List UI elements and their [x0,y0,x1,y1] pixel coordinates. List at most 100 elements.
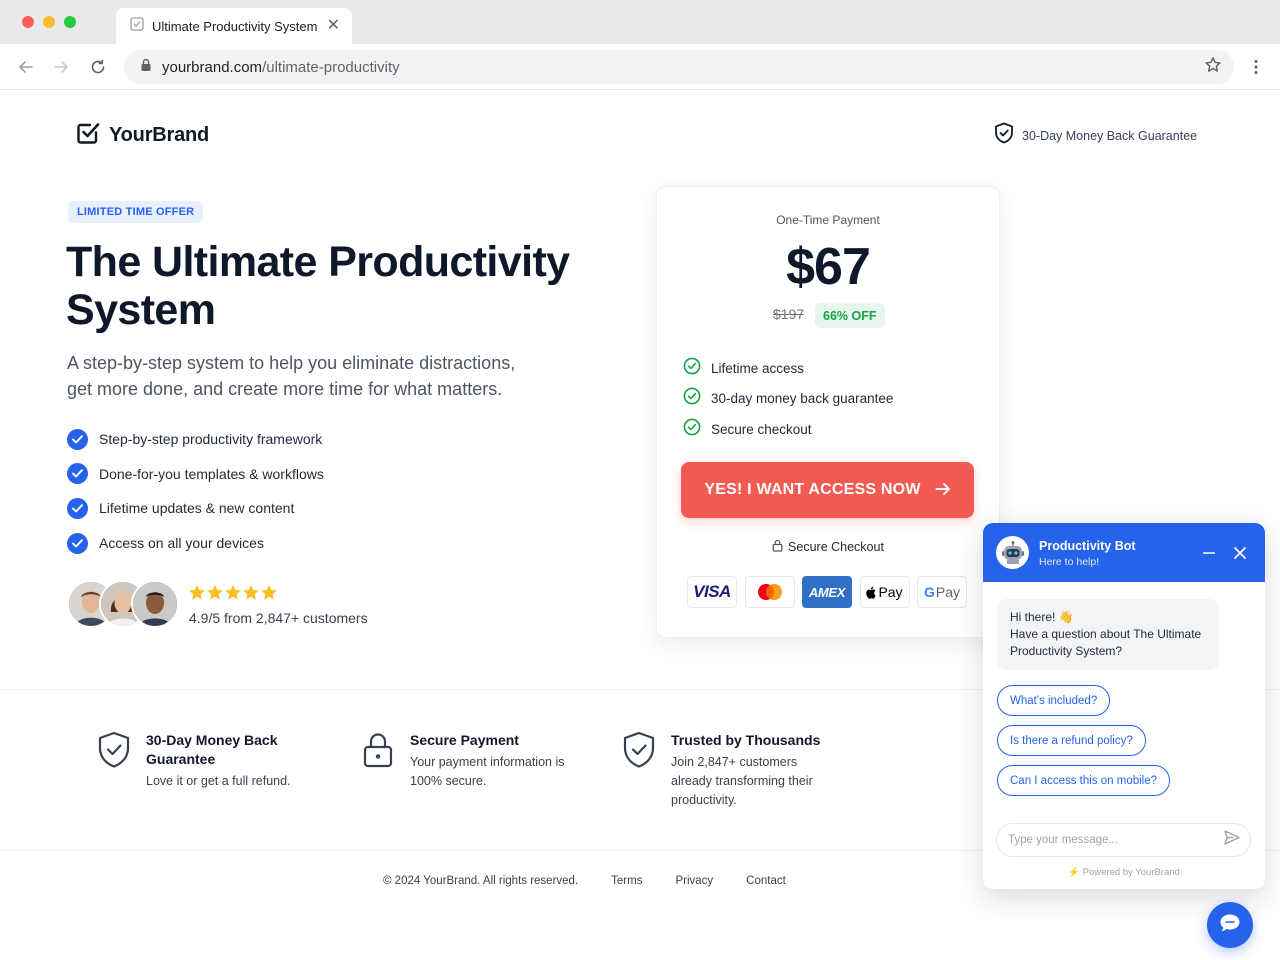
chat-launcher-button[interactable] [1207,902,1253,948]
star-icon [206,584,224,606]
footer: © 2024 YourBrand. All rights reserved. T… [383,875,819,887]
close-window-button[interactable] [22,16,34,28]
chat-input-container [996,823,1251,857]
secure-checkout-note: Secure Checkout [657,539,999,555]
padlock-icon [360,731,396,791]
trust-title: Trusted by Thousands [671,732,821,748]
rating-text: 4.9/5 from 2,847+ customers [189,610,368,626]
hero-subheadline: A step-by-step system to help you elimin… [67,353,516,399]
check-circle-icon [67,463,88,485]
apple-pay-logo: Pay [859,576,910,608]
maximize-window-button[interactable] [64,16,76,28]
footer-link-terms[interactable]: Terms [611,875,642,887]
chat-bot-status: Here to help! [1039,556,1100,568]
feature-item: Done-for-you templates & workflows [67,463,324,485]
lock-icon [772,539,783,555]
google-g-icon: G [923,584,935,600]
mastercard-logo [744,576,795,608]
header-guarantee: 30-Day Money Back Guarantee [994,122,1197,149]
robot-avatar-icon [996,536,1029,569]
check-circle-icon [683,387,701,410]
bookmark-star-icon[interactable] [1204,56,1222,79]
shield-check-icon [96,731,132,791]
star-icon [224,584,242,606]
back-icon[interactable] [15,56,37,78]
payment-methods: VISA AMEX Pay G Pay [687,576,967,608]
bot-message: Have a question about The Ultimate Produ… [1010,627,1202,658]
browser-toolbar: yourbrand.com/ultimate-productivity [0,44,1280,90]
minimize-window-button[interactable] [43,16,55,28]
browser-tab-bar: Ultimate Productivity System ✕ [0,0,1280,44]
powered-by: ⚡ Powered by YourBrand [983,867,1265,878]
check-circle-icon [683,357,701,380]
amex-logo: AMEX [802,576,852,608]
pricing-feature-item: 30-day money back guarantee [683,387,894,410]
browser-tab[interactable]: Ultimate Productivity System ✕ [116,8,352,44]
tab-close-icon[interactable]: ✕ [327,18,340,34]
reload-icon[interactable] [87,56,109,78]
url-text: yourbrand.com/ultimate-productivity [162,59,1204,76]
payment-type-label: One-Time Payment [776,213,880,227]
trust-description: Join 2,847+ customers already transformi… [671,755,813,807]
trust-description: Love it or get a full refund. [146,774,291,788]
pricing-feature-label: Secure checkout [711,422,812,438]
trust-description: Your payment information is 100% secure. [410,755,565,788]
bot-greeting: Hi there! 👋 [1010,610,1074,624]
trust-item-trusted: Trusted by Thousands Join 2,847+ custome… [621,731,831,810]
discount-badge: 66% OFF [815,303,885,328]
limited-offer-badge: LIMITED TIME OFFER [68,201,204,223]
quick-reply-button[interactable]: What's included? [997,685,1111,716]
shield-check-icon [994,122,1014,149]
apple-icon [866,586,877,599]
quick-reply-button[interactable]: Is there a refund policy? [997,725,1146,756]
chat-bot-name: Productivity Bot [1039,539,1136,553]
star-icon [260,584,278,606]
pricing-feature-label: 30-day money back guarantee [711,391,894,407]
brand-name: YourBrand [109,123,210,146]
trust-item-guarantee: 30-Day Money Back Guarantee Love it or g… [96,731,306,791]
forward-icon[interactable] [50,56,72,78]
minimize-icon[interactable] [1201,545,1217,561]
brand-logo[interactable]: YourBrand [76,120,209,150]
checkbox-logo-icon [76,120,101,150]
lightning-icon: ⚡ [1068,867,1080,878]
buy-now-button[interactable]: YES! I WANT ACCESS NOW [681,462,974,518]
header-guarantee-text: 30-Day Money Back Guarantee [1022,128,1198,143]
pricing-feature-item: Lifetime access [683,357,893,379]
send-icon[interactable] [1224,830,1240,850]
trust-title: Secure Payment [410,732,519,748]
chat-message-input[interactable] [1008,834,1224,846]
tab-favicon-icon [130,16,144,36]
check-circle-icon [67,532,88,554]
chat-widget: Productivity Bot Here to help! Hi there!… [983,523,1265,889]
shield-check-icon [621,731,657,810]
pricing-feature-label: Lifetime access [711,360,805,376]
star-icon [242,584,260,606]
quick-reply-button[interactable]: Can I access this on mobile? [997,765,1171,796]
hero-feature-list: Step-by-step productivity framework Done… [67,428,324,567]
url-host: yourbrand.com [162,58,263,76]
cta-label: YES! I WANT ACCESS NOW [704,481,921,498]
footer-link-privacy[interactable]: Privacy [675,875,713,887]
feature-label: Lifetime updates & new content [99,500,295,517]
check-circle-icon [67,497,88,519]
chat-header: Productivity Bot Here to help! [983,523,1265,582]
bot-message-bubble: Hi there! 👋 Have a question about The Ul… [997,599,1219,670]
secure-checkout-text: Secure Checkout [788,540,884,554]
check-circle-icon [67,428,88,450]
check-circle-icon [683,418,701,441]
browser-menu-icon[interactable] [1248,56,1264,78]
price: $67 [786,238,871,296]
feature-label: Done-for-you templates & workflows [99,465,324,482]
copyright-text: © 2024 YourBrand. All rights reserved. [383,875,579,887]
star-rating [188,584,278,606]
customer-avatars [67,580,179,630]
trust-item-secure-payment: Secure Payment Your payment information … [360,731,570,791]
feature-item: Step-by-step productivity framework [67,428,324,450]
close-icon[interactable] [1232,545,1248,561]
powered-by-text: Powered by YourBrand [1082,867,1180,878]
pricing-feature-item: Secure checkout [683,418,893,441]
url-path: /ultimate-productivity [262,58,400,76]
address-bar[interactable]: yourbrand.com/ultimate-productivity [124,50,1234,84]
footer-link-contact[interactable]: Contact [746,875,786,887]
